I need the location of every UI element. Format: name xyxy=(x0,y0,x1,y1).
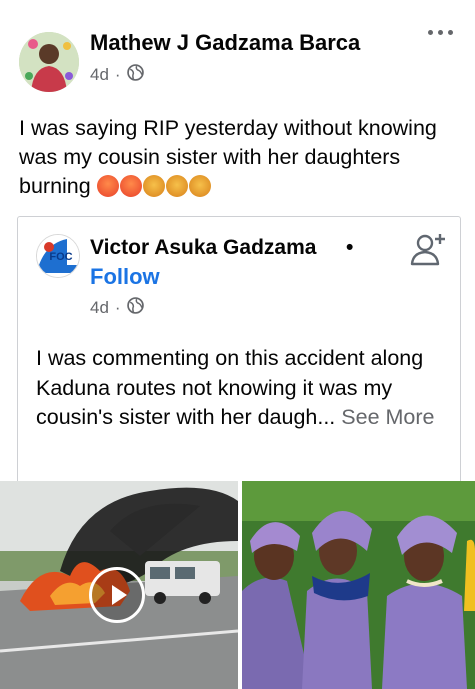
shared-post-text: I was commenting on this accident along … xyxy=(36,344,446,433)
see-more-link[interactable]: See More xyxy=(341,405,434,429)
globe-icon xyxy=(126,297,144,319)
shared-post-meta: 4d · xyxy=(90,297,144,319)
shared-post-time[interactable]: 4d xyxy=(90,298,109,318)
more-options-icon[interactable] xyxy=(428,30,453,35)
post-text: I was saying RIP yesterday without knowi… xyxy=(19,114,459,201)
shared-author-avatar[interactable]: FOC xyxy=(36,234,80,278)
author-avatar[interactable] xyxy=(19,32,79,92)
post-time[interactable]: 4d xyxy=(90,65,109,85)
emoji-group xyxy=(96,174,212,198)
globe-icon xyxy=(126,64,144,86)
meta-separator: · xyxy=(114,65,121,84)
shared-avatar-text: FOC xyxy=(49,251,72,263)
family-photo[interactable] xyxy=(242,481,475,689)
facepalm-emoji-icon xyxy=(142,175,165,197)
name-separator: • xyxy=(346,236,354,259)
facepalm-emoji-icon xyxy=(165,175,188,197)
follow-button[interactable]: Follow xyxy=(90,264,160,290)
play-icon[interactable] xyxy=(89,567,145,623)
post-meta: 4d · xyxy=(90,64,144,86)
meta-separator: · xyxy=(114,298,121,317)
author-name[interactable]: Mathew J Gadzama Barca xyxy=(90,30,360,56)
hot-face-emoji-icon xyxy=(96,175,119,197)
hot-face-emoji-icon xyxy=(119,175,142,197)
facepalm-emoji-icon xyxy=(188,175,211,197)
add-friend-icon[interactable] xyxy=(408,230,448,270)
shared-author-name[interactable]: Victor Asuka Gadzama xyxy=(90,236,316,260)
post-text-content: I was saying RIP yesterday without knowi… xyxy=(19,116,437,198)
